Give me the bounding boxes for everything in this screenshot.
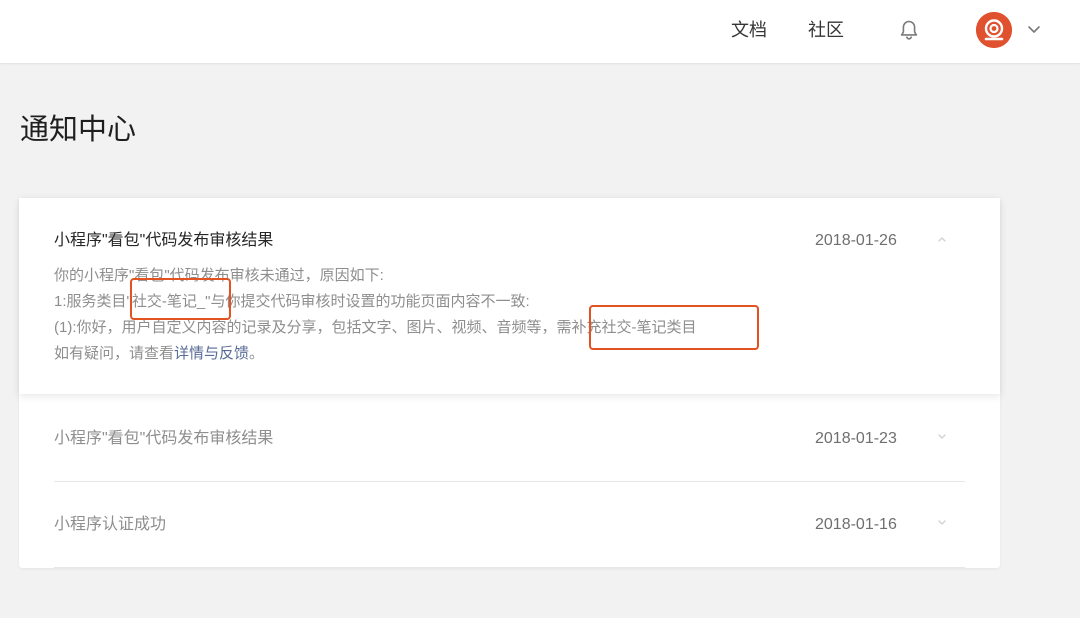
chevron-down-icon[interactable] xyxy=(1026,21,1042,37)
notification-item-expanded[interactable]: 小程序"看包"代码发布审核结果 2018-01-26 你的小程序"看包"代码发布… xyxy=(19,198,1000,394)
notification-list: 小程序"看包"代码发布审核结果 2018-01-26 你的小程序"看包"代码发布… xyxy=(19,198,1000,568)
notification-body-line: 1:服务类目"社交-笔记_"与你提交代码审核时设置的功能页面内容不一致: xyxy=(54,293,530,310)
notification-title: 小程序认证成功 xyxy=(54,516,167,533)
chevron-down-icon[interactable] xyxy=(935,429,949,443)
notification-date: 2018-01-23 xyxy=(815,430,897,447)
list-divider xyxy=(54,567,965,568)
notification-date: 2018-01-16 xyxy=(815,516,897,533)
notification-body-line: 你的小程序"看包"代码发布审核未通过，原因如下: xyxy=(54,267,384,284)
user-avatar[interactable] xyxy=(976,12,1012,48)
notification-item-collapsed[interactable]: 小程序认证成功 2018-01-16 xyxy=(19,482,1000,568)
details-feedback-link[interactable]: 详情与反馈 xyxy=(174,345,249,362)
chevron-up-icon[interactable] xyxy=(935,233,949,247)
notification-date: 2018-01-26 xyxy=(815,232,897,249)
help-prefix-text: 如有疑问，请查看 xyxy=(54,345,175,362)
notification-item-collapsed[interactable]: 小程序"看包"代码发布审核结果 2018-01-23 xyxy=(19,394,1000,480)
chevron-down-icon[interactable] xyxy=(935,515,949,529)
nav-community-link[interactable]: 社区 xyxy=(808,18,844,42)
notification-body-line: (1):你好，用户自定义内容的记录及分享，包括文字、图片、视频、音频等，需补充社… xyxy=(54,319,697,336)
help-suffix-text: 。 xyxy=(249,345,265,362)
notification-title: 小程序"看包"代码发布审核结果 xyxy=(54,430,274,447)
page-title: 通知中心 xyxy=(20,114,137,146)
top-navigation-bar: 文档 社区 xyxy=(0,0,1080,64)
bell-icon[interactable] xyxy=(896,17,922,43)
nav-docs-link[interactable]: 文档 xyxy=(731,18,767,42)
notification-title: 小程序"看包"代码发布审核结果 xyxy=(54,232,274,249)
notification-body-help: 如有疑问，请查看详情与反馈。 xyxy=(54,344,264,364)
